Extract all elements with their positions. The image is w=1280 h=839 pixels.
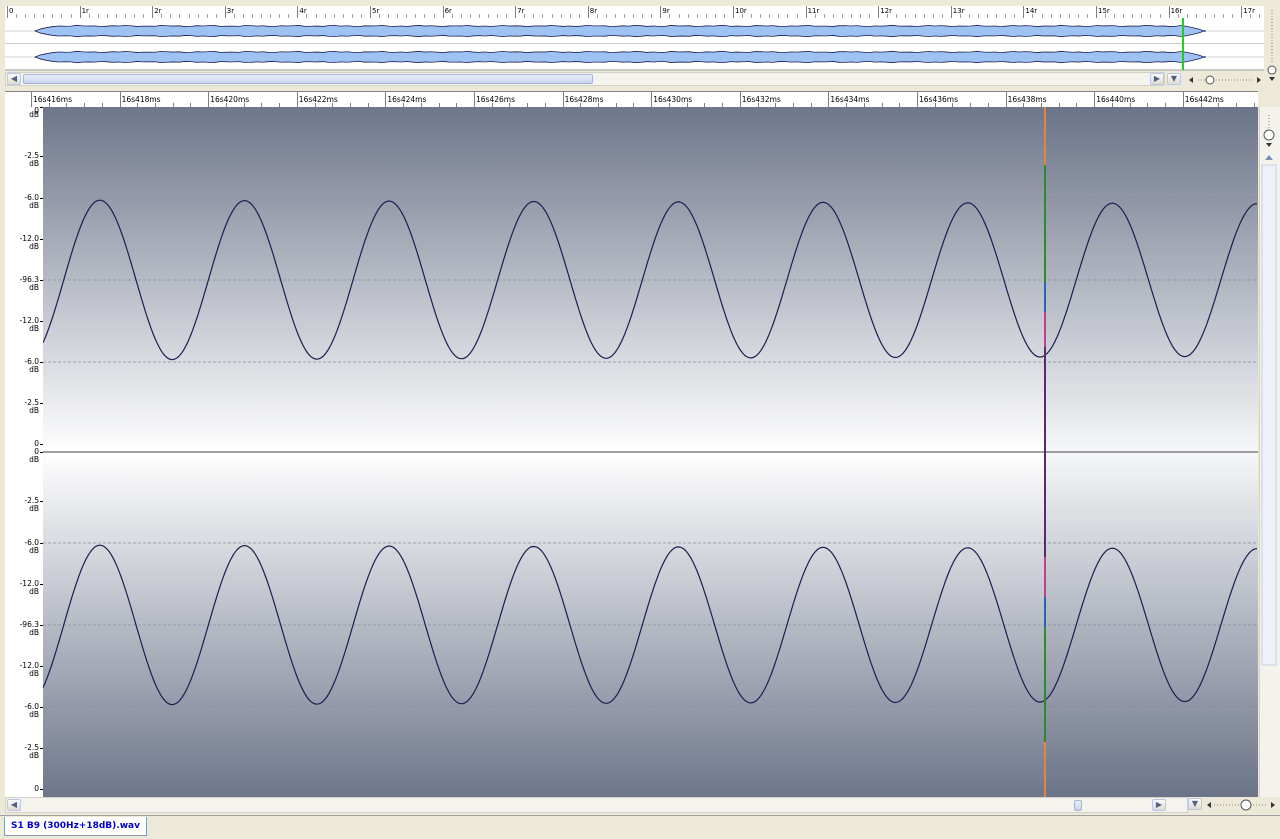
overview-ruler-tick	[79, 6, 81, 18]
scroll-right-icon[interactable]: ▶	[1150, 73, 1164, 85]
time-ruler-tick	[385, 92, 387, 107]
zoom-slider-icon	[1189, 75, 1261, 85]
waveform-view[interactable]	[43, 107, 1258, 797]
scroll-left-icon[interactable]: ◀	[7, 799, 21, 811]
time-ruler-tick	[1094, 92, 1096, 107]
overview-ruler-label: 12r	[880, 7, 892, 15]
overview-ruler-label: 0	[9, 7, 14, 15]
overview-ruler-tick	[7, 6, 8, 18]
db-scale-label: dB	[29, 546, 39, 555]
overview-waveform-svg	[5, 18, 1264, 70]
vertical-zoom-icon	[1267, 10, 1277, 81]
vertical-zoom-icon	[1261, 115, 1277, 666]
overview-ruler-tick	[950, 6, 952, 18]
overview-ruler-tick	[515, 6, 517, 18]
overview-ruler-tick	[1241, 6, 1243, 18]
overview-ruler-tick	[733, 6, 734, 18]
db-scale-label: dB	[29, 110, 39, 119]
time-ruler-tick	[828, 92, 830, 107]
vertical-zoom-control-top[interactable]	[1264, 6, 1280, 88]
overview-scroll-thumb[interactable]	[23, 74, 593, 84]
scroll-left-icon[interactable]: ◀	[7, 73, 21, 85]
vertical-scrollbar[interactable]	[1259, 107, 1280, 797]
zoom-slider-icon	[1207, 799, 1275, 811]
file-tab[interactable]: S1 B9 (300Hz+18dB).wav	[4, 817, 147, 836]
overview-ruler-tick	[805, 6, 807, 18]
overview-ruler-tick	[152, 6, 154, 18]
overview-ruler-tick	[878, 6, 880, 18]
overview-zoom-slider[interactable]	[1186, 72, 1264, 86]
overview-channel-1-waveform	[34, 24, 1206, 38]
overview-ruler-label: 11r	[807, 7, 820, 15]
file-tab-bar: S1 B9 (300Hz+18dB).wav	[0, 815, 1280, 839]
cursor-shade	[1046, 107, 1258, 797]
db-scale-label: dB	[29, 406, 39, 415]
db-scale: 0 dB -2.5 dB -6.0 dB -12.0 dB -96.3 dB -12.0 dB -6.0…	[5, 107, 44, 797]
time-ruler-tick	[31, 92, 32, 107]
overview-ruler-label: 16r	[1170, 7, 1183, 15]
time-ruler-tick	[1182, 92, 1184, 107]
db-scale-label: dB	[29, 201, 39, 210]
overview-ruler-label: 17r	[1243, 7, 1255, 15]
overview-scrollbar[interactable]: ◀ ▶	[5, 72, 1165, 86]
overview-ruler-tick	[224, 6, 226, 18]
time-ruler-tick	[651, 92, 653, 107]
overview-ruler-tick	[297, 6, 299, 18]
overview-ruler-tick	[370, 6, 371, 18]
db-scale-label: dB	[29, 159, 39, 168]
horizontal-scroll-thumb[interactable]	[1074, 800, 1082, 811]
scroll-right-icon[interactable]: ▶	[1152, 799, 1166, 811]
overview-ruler-label: 13r	[952, 7, 965, 15]
overview-waveform[interactable]	[5, 18, 1264, 71]
overview-ruler-tick	[1023, 6, 1025, 18]
db-scale-label: dB	[29, 710, 39, 719]
time-ruler-tick	[119, 92, 121, 107]
db-scale-label: dB	[29, 242, 39, 251]
overview-ruler-label: 10r	[735, 7, 747, 15]
db-scale-label: dB	[29, 587, 39, 596]
db-scale-label: dB	[29, 628, 39, 637]
db-scale-label: 0	[34, 784, 39, 793]
overview-ruler-tick	[587, 6, 589, 18]
db-scale-label: dB	[29, 283, 39, 292]
db-scale-label: dB	[29, 751, 39, 760]
time-ruler[interactable]: 16s416ms 16s418ms 16s420ms 16s422ms 16s424ms…	[5, 91, 1258, 108]
db-scale-label: dB	[29, 455, 39, 464]
overview-dropdown-button[interactable]: ▼	[1167, 72, 1183, 86]
time-ruler-tick	[739, 92, 741, 107]
chevron-down-icon: ▼	[1167, 73, 1181, 85]
chevron-down-icon[interactable]: ▼	[1188, 798, 1202, 810]
overview-ruler-tick	[1096, 6, 1097, 18]
db-scale-label: dB	[29, 504, 39, 513]
overview-ruler-tick	[1168, 6, 1170, 18]
horizontal-scrollbar[interactable]: ◀ ▶	[5, 797, 1188, 813]
time-ruler-tick	[296, 92, 298, 107]
time-ruler-tick	[917, 92, 918, 107]
db-scale-label: dB	[29, 669, 39, 678]
overview-ruler-label: 14r	[1025, 7, 1038, 15]
time-ruler-tick	[208, 92, 210, 107]
overview-ruler-tick	[660, 6, 662, 18]
bottom-zoom-controls[interactable]: ▼	[1188, 797, 1280, 813]
db-scale-label: dB	[29, 365, 39, 374]
waveform-svg	[43, 107, 1258, 797]
time-ruler-tick	[562, 92, 564, 107]
time-ruler-tick	[1005, 92, 1007, 107]
overview-channel-2-waveform	[34, 50, 1206, 64]
overview-ruler-tick	[442, 6, 444, 18]
db-scale-label: dB	[29, 324, 39, 333]
time-ruler-tick	[474, 92, 475, 107]
overview-ruler-label: 15r	[1098, 7, 1110, 15]
